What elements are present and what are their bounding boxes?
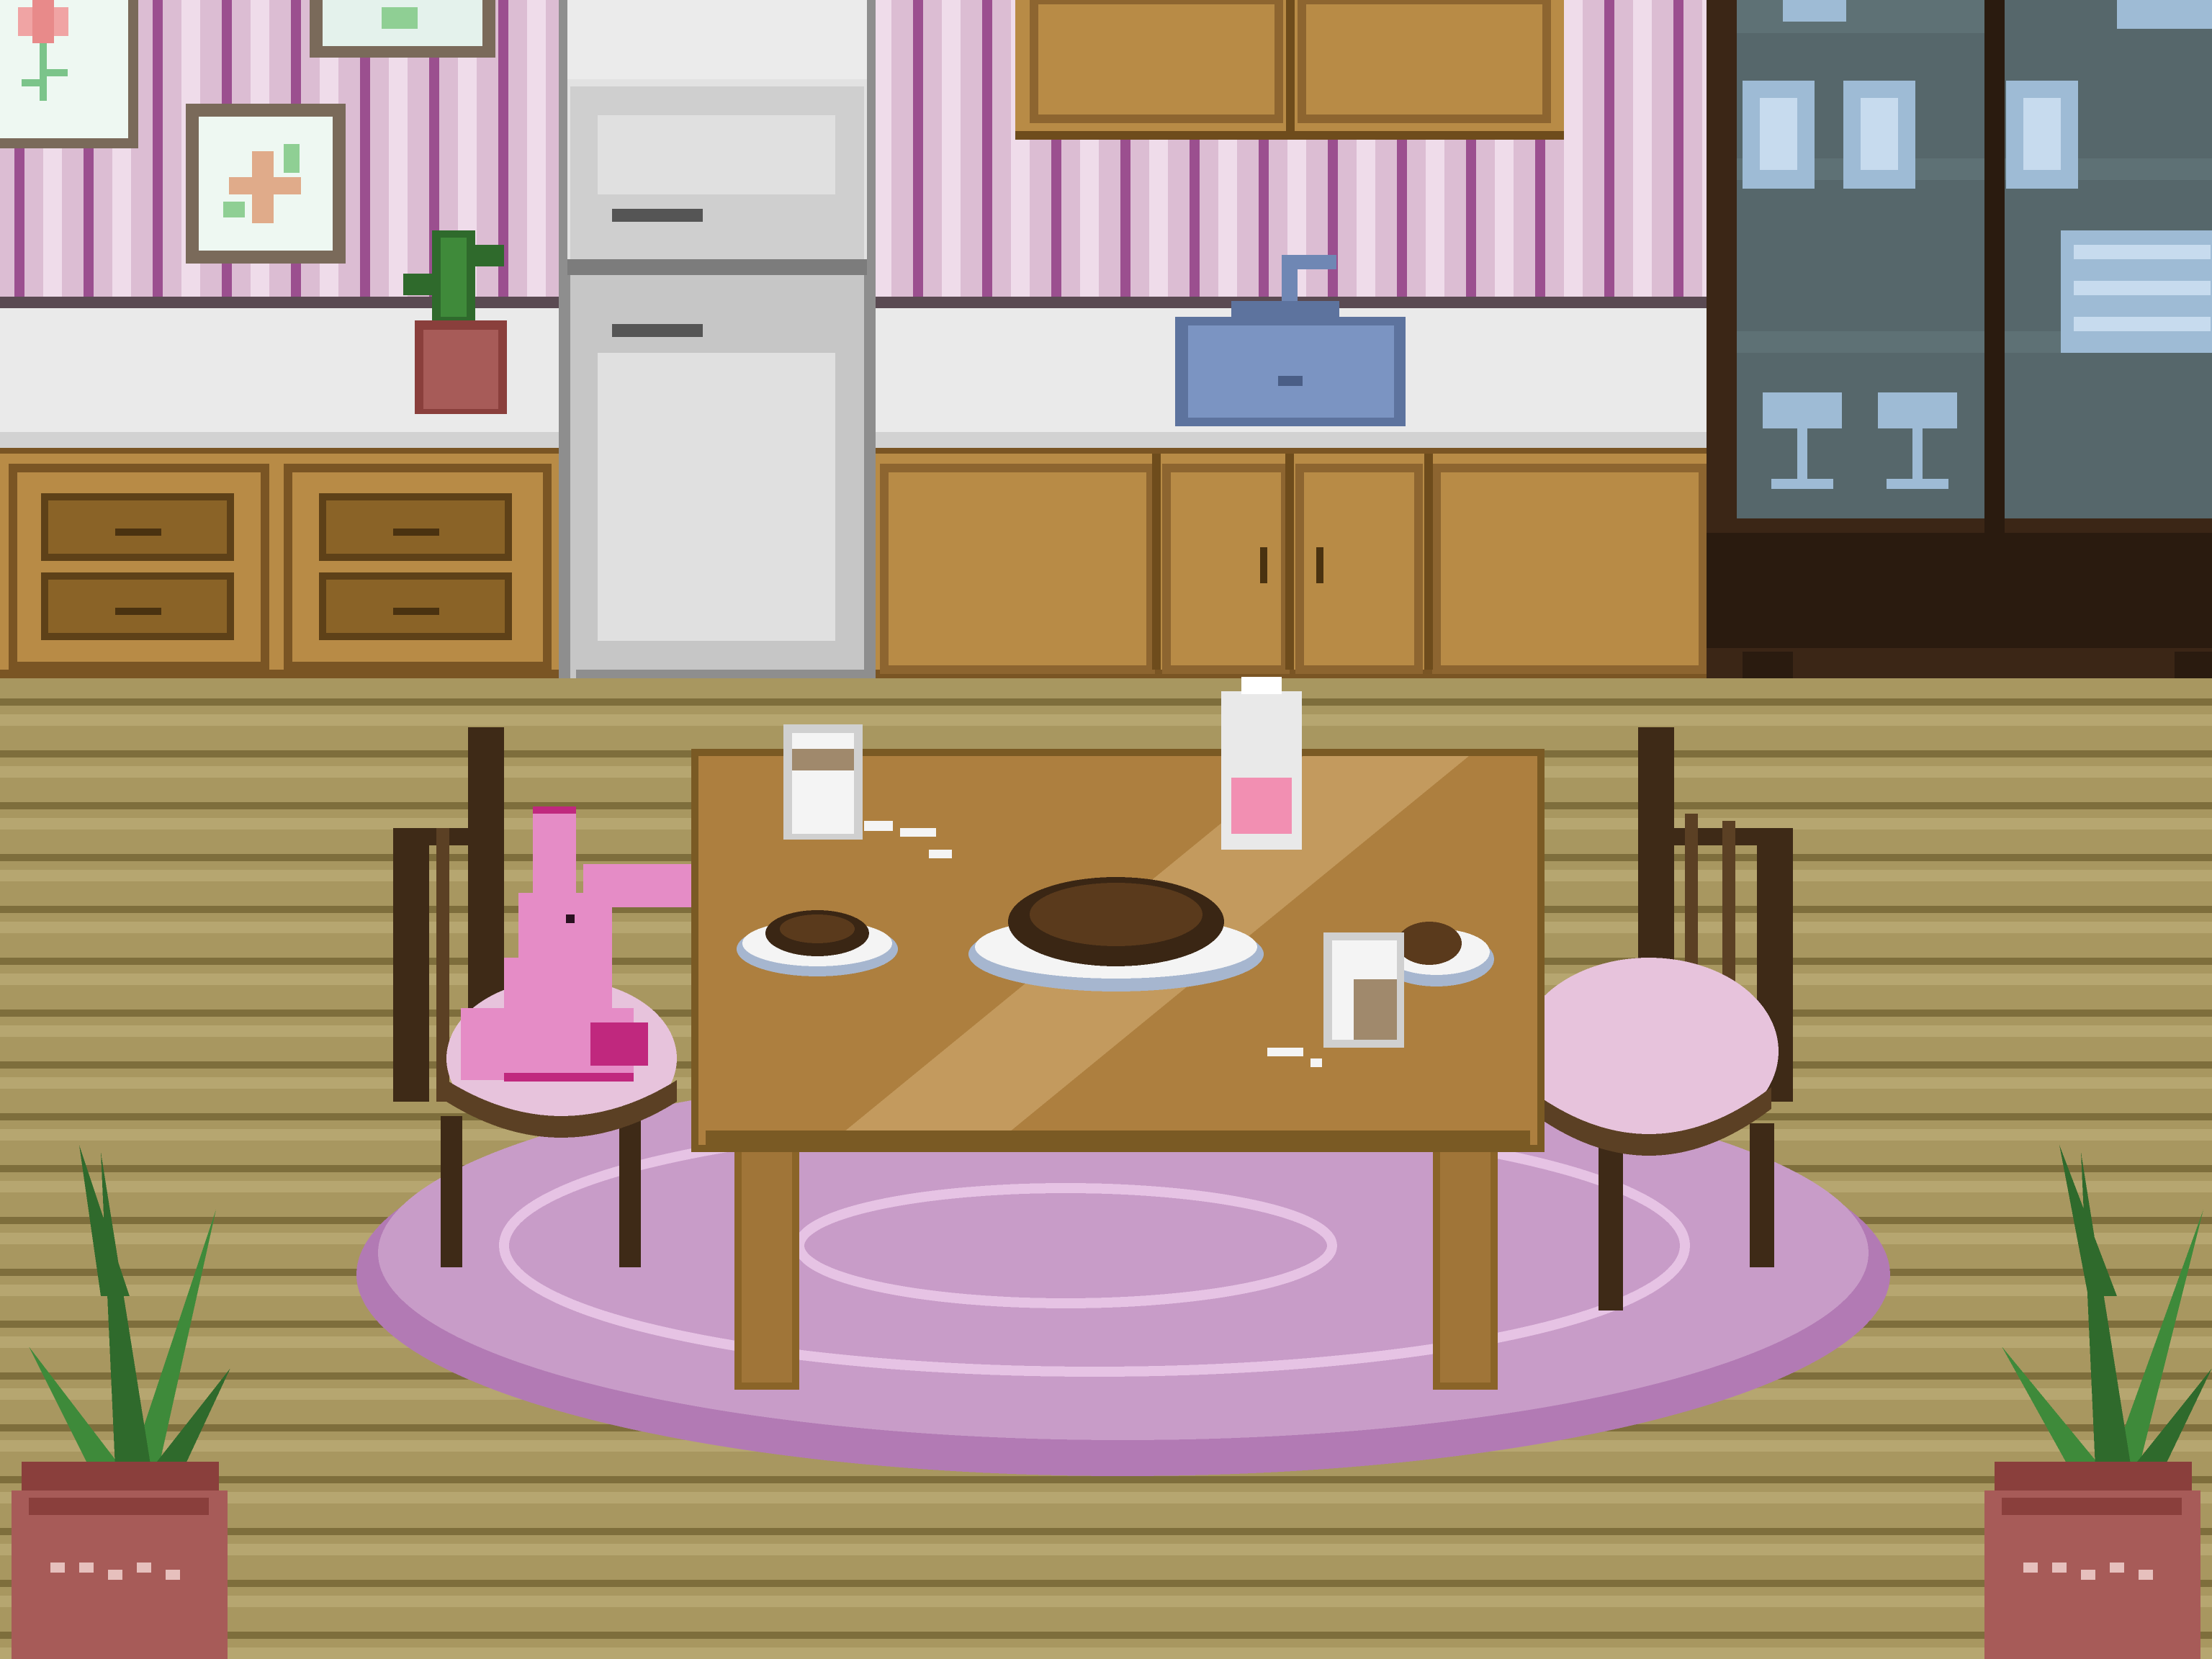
display-bowl (1783, 0, 1846, 22)
floor-plank-highlight (0, 714, 2212, 726)
milk-glass-right[interactable] (1323, 932, 1404, 1048)
floor-plank-line (0, 1632, 2212, 1639)
framed-flower-picture (0, 0, 138, 148)
floor-plank-highlight (0, 1596, 2212, 1607)
upper-cabinets[interactable] (1015, 0, 1564, 140)
wine-glass (1912, 428, 1923, 479)
wine-glass (1878, 392, 1957, 428)
freezer-handle[interactable] (612, 209, 703, 222)
cookies (1397, 922, 1462, 965)
floor-plank-highlight (0, 1647, 2212, 1659)
wall-stripe (913, 0, 923, 297)
wine-glass (1771, 479, 1833, 489)
wall-stripe (982, 0, 992, 297)
wall-stripe (1673, 0, 1683, 297)
wall-stripe-light (942, 0, 961, 297)
kitchen-scene (0, 0, 2212, 1659)
wine-glass (1887, 479, 1948, 489)
floor-plank-line (0, 1528, 2212, 1535)
floor-plank-line (0, 1476, 2212, 1483)
framed-starfish-picture (186, 104, 346, 264)
wall-stripe-light (1633, 0, 1652, 297)
floor-plank-highlight (0, 1544, 2212, 1555)
wall-stripe (153, 0, 163, 297)
wall-stripe-light (1564, 0, 1583, 297)
floor-plank-highlight (0, 1492, 2212, 1503)
glass-display-cabinet[interactable] (1707, 0, 2212, 691)
milk-glass-left[interactable] (783, 724, 863, 840)
wine-glass (1763, 392, 1842, 428)
milk-carton[interactable] (1221, 677, 1302, 850)
framed-top-picture (310, 0, 495, 58)
fridge-handle[interactable] (612, 324, 703, 337)
refrigerator[interactable] (559, 0, 876, 691)
wall-stripe (1604, 0, 1614, 297)
floor-plank-line (0, 1580, 2212, 1587)
display-cup (2117, 0, 2212, 29)
floor-plank-line (0, 698, 2212, 706)
wall-stripe-light (527, 0, 546, 297)
wine-glass (1797, 428, 1807, 479)
table-apron (706, 1130, 1530, 1152)
